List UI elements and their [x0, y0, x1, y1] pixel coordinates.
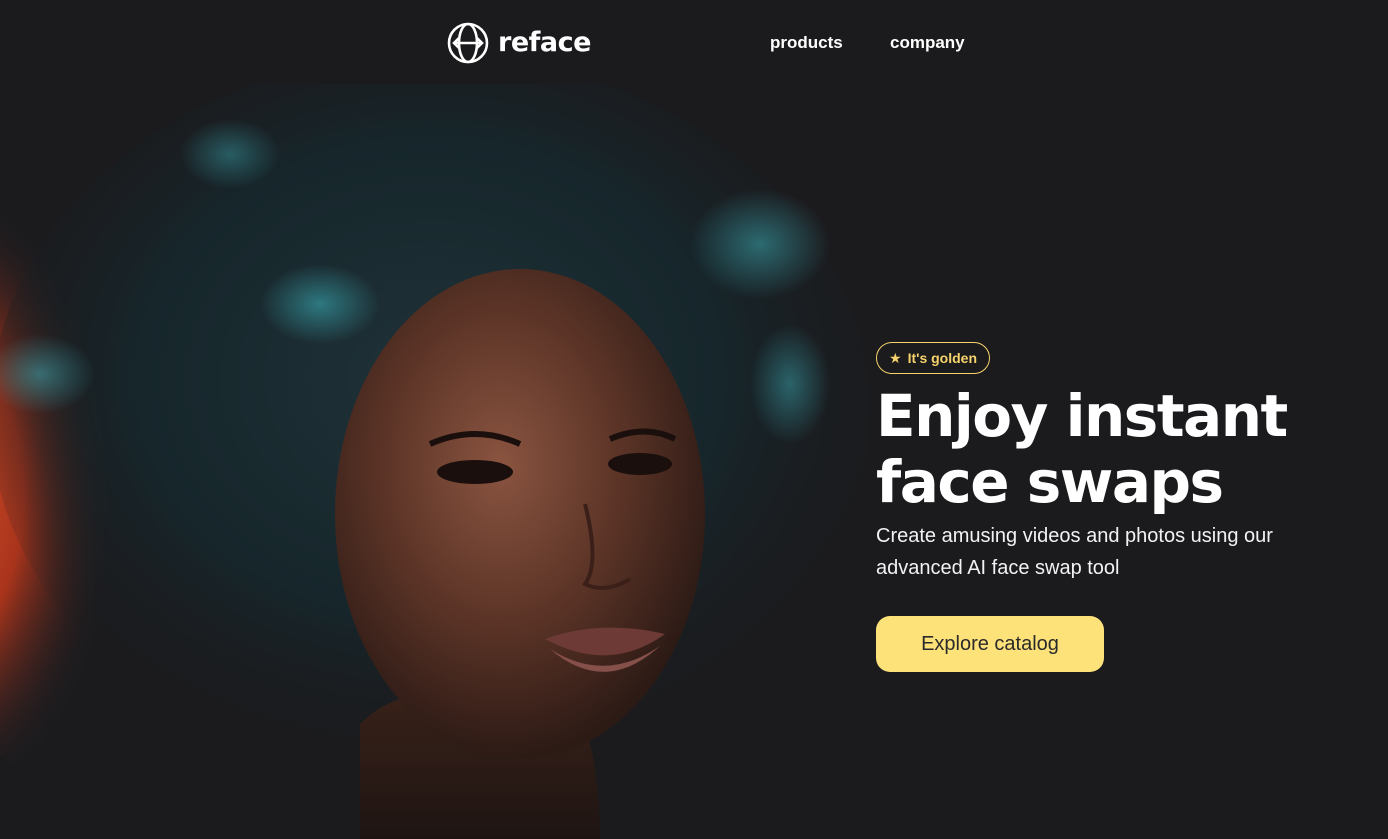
- reface-logo-icon: [447, 22, 489, 64]
- site-header: reface products company: [0, 0, 1388, 84]
- logo-link[interactable]: reface: [446, 22, 591, 64]
- star-icon: ★: [889, 350, 902, 366]
- hero-subtext: Create amusing videos and photos using o…: [876, 525, 1273, 579]
- logo-text: reface: [498, 27, 591, 58]
- hero-headline: Enjoy instant face swaps: [876, 383, 1376, 515]
- explore-catalog-button[interactable]: Explore catalog: [876, 616, 1104, 672]
- nav-company-link[interactable]: company: [890, 32, 965, 54]
- hero-portrait-image: [0, 84, 870, 839]
- golden-badge: ★ It's golden: [876, 342, 991, 374]
- badge-label: It's golden: [907, 350, 978, 366]
- headline-line-1: Enjoy instant: [876, 382, 1288, 450]
- page: reface products company ★ It's golden En…: [0, 0, 1388, 839]
- headline-line-2: face swaps: [876, 448, 1224, 516]
- nav-products-link[interactable]: products: [770, 32, 843, 54]
